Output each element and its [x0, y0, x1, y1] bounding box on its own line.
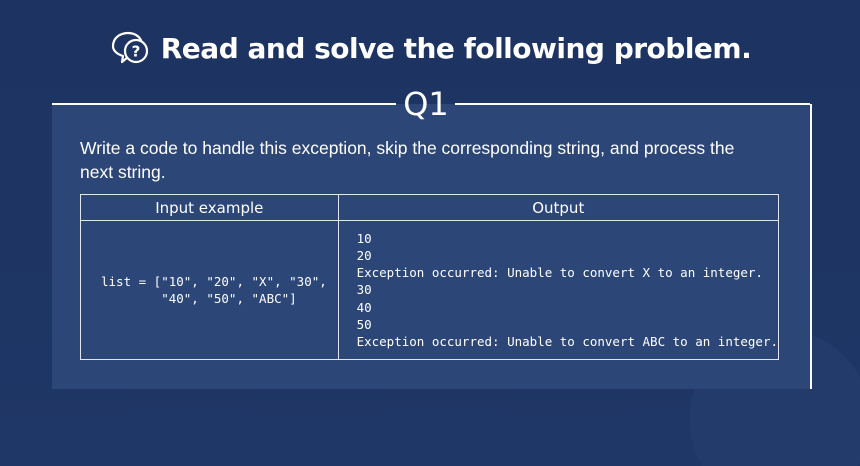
problem-text: Write a code to handle this exception, s…: [80, 138, 735, 182]
header-input-example: Input example: [80, 194, 339, 221]
table-row: list = ["10", "20", "X", "30", "40", "50…: [80, 220, 780, 360]
output-line: Exception occurred: Unable to convert AB…: [356, 333, 778, 349]
question-chat-icon: ?: [111, 31, 148, 64]
output-line: 40: [356, 299, 372, 315]
question-label: Q1: [403, 85, 449, 123]
io-table: Input example Output list = ["10", "20",…: [80, 194, 780, 360]
divider-left: [52, 103, 396, 105]
output-code: 10 20 Exception occurred: Unable to conv…: [339, 230, 778, 350]
input-cell: list = ["10", "20", "X", "30", "40", "50…: [80, 220, 339, 360]
output-line: Exception occurred: Unable to convert X …: [356, 265, 763, 281]
table-header-row: Input example Output: [80, 194, 780, 221]
output-line: 30: [356, 282, 372, 298]
divider-right: [455, 103, 810, 105]
input-code: list = ["10", "20", "X", "30", "40", "50…: [101, 274, 327, 306]
output-cell: 10 20 Exception occurred: Unable to conv…: [337, 220, 780, 360]
output-line: 10: [356, 231, 372, 247]
output-line: 50: [356, 316, 372, 332]
output-line: 20: [356, 248, 372, 264]
page-title: ? Read and solve the following problem.: [0, 30, 860, 66]
svg-text:?: ?: [131, 43, 140, 61]
title-text: Read and solve the following problem.: [160, 31, 752, 65]
header-output: Output: [337, 194, 780, 221]
